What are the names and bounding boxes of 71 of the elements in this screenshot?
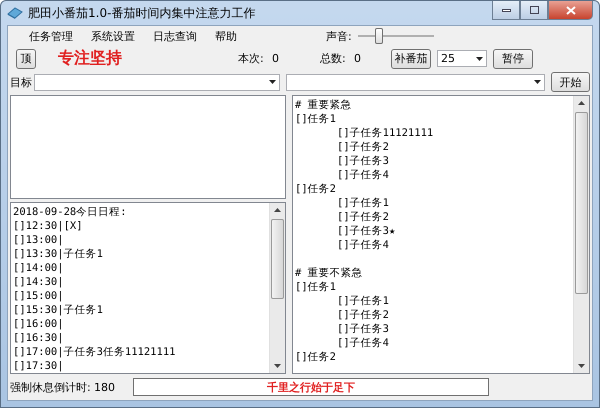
subtask-item: []子任务2 [336,308,390,322]
schedule-line: []17:30| [13,359,65,373]
schedule-line: []13:30|子任务1 [13,247,104,261]
subtask-item: []子任务1 [336,196,390,210]
scrollbar-thumb[interactable] [575,112,588,294]
subtask-item: []子任务4 [336,238,390,252]
pause-button[interactable]: 暂停 [493,48,533,68]
current-count-value: 0 [272,52,280,65]
schedule-line: []12:30|[X] [13,219,84,233]
scroll-down-icon[interactable] [578,364,585,368]
minutes-dropdown[interactable]: 25 [437,50,487,67]
schedule-line: 2018-09-28今日日程: [13,205,128,219]
schedule-line: []16:00| [13,317,65,331]
dropdown-caret-icon [476,56,483,60]
volume-slider-thumb[interactable] [374,28,383,44]
window-title: 肥田小番茄1.0-番茄时间内集中注意力工作 [28,4,256,22]
subtask-item: []子任务3 [336,154,390,168]
scroll-down-icon[interactable] [274,364,281,368]
subtask-item: []子任务4 [336,168,390,182]
subtask-item: []子任务11121111 [336,126,434,140]
schedule-line: []17:00|子任务3任务11121111 [13,345,176,359]
subtask-item: []子任务1 [336,294,390,308]
task-item: []任务1 [295,112,337,126]
minimize-button[interactable] [492,1,520,20]
current-count-label: 本次: [238,51,265,66]
countdown-label: 强制休息倒计时: [10,380,92,394]
scrollbar[interactable] [269,203,285,373]
total-count-label: 总数: [320,51,347,66]
scroll-up-icon[interactable] [274,208,281,212]
subtask-item: []子任务2 [336,210,390,224]
schedule-line: []15:00| [13,289,65,303]
slogan-text: 专注坚持 [58,48,123,69]
subtask-item: []子任务3★ [336,224,396,238]
app-icon [7,6,23,20]
maximize-button[interactable] [520,1,548,20]
close-icon [566,6,576,14]
target-label: 目标 [10,74,33,90]
task-item: []任务2 [295,350,337,364]
dropdown-caret-icon [534,80,541,84]
schedule-line: []14:00| [13,261,65,275]
scroll-up-icon[interactable] [578,101,585,105]
subtask-item: []子任务3 [336,322,390,336]
menu-item[interactable]: 系统设置 [82,28,144,44]
scrollbar[interactable] [573,96,589,373]
task-item: []任务1 [295,280,337,294]
pin-top-button[interactable]: 顶 [16,48,36,68]
menu-item[interactable]: 日志查询 [144,28,206,44]
start-button[interactable]: 开始 [550,72,590,92]
volume-label: 声音: [326,28,352,44]
task-heading: # 重要紧急 [295,98,353,112]
task-heading: # 重要不紧急 [295,266,364,280]
close-button[interactable] [548,1,593,20]
scrollbar-thumb[interactable] [271,219,284,299]
countdown-value: 180 [94,380,115,394]
dropdown-caret-icon [269,80,276,84]
schedule-line: []14:30| [13,275,65,289]
minimize-icon [502,8,510,12]
notes-text-area[interactable] [10,95,286,199]
schedule-line: []16:30| [13,331,65,345]
schedule-line: []15:30|子任务1 [13,303,104,317]
subtask-item: []子任务2 [336,140,390,154]
menu-item[interactable]: 任务管理 [20,28,82,44]
task-item: []任务2 [295,182,337,196]
menu-item[interactable]: 帮助 [206,28,246,44]
task-list-text-area[interactable]: # 重要紧急 []任务1 []子任务11121111 []子任务2 []子任务3 []子任务4 []任务2 []子任务1 []子任务2 []子任务3★ []子任务4 # 重要不紧急 []任务1 []子任务1 []子任务2 []子任务3 []子任务4 []任务2 [292,95,590,374]
add-tomato-button[interactable]: 补番茄 [391,48,431,68]
schedule-line: []13:00| [13,233,65,247]
subtask-item: []子任务4 [336,336,390,350]
maximize-icon [530,6,538,14]
schedule-text-area[interactable]: 2018-09-28今日日程: []12:30|[X] []13:00| []13:30|子任务1 []14:00| []14:30| []15:00| []15:30|子任务1 []16:00| []16:30| []17:00|子任务3任务11121111 []17:30| [10,202,286,374]
total-count-value: 0 [354,52,362,65]
